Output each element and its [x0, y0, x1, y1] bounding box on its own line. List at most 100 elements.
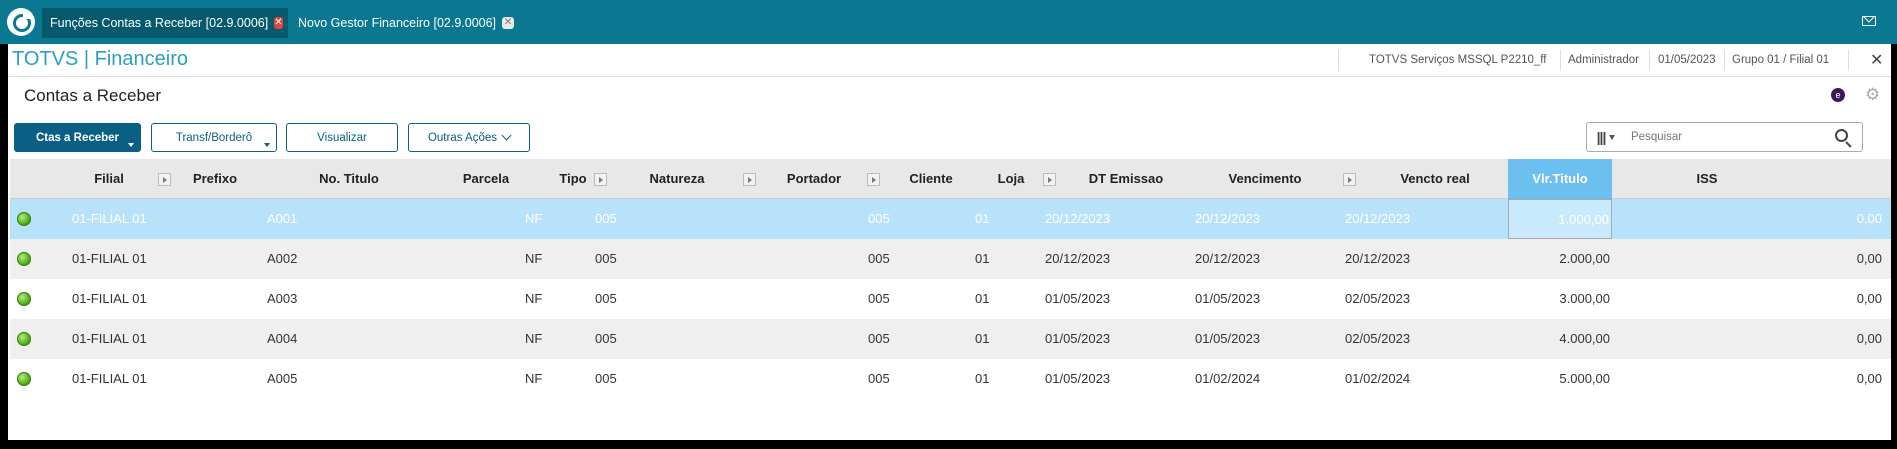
table-row[interactable]: 01-FILIAL 01 A005 NF 005 005 01 01/05/2023 01/0… [10, 359, 1891, 399]
chevron-down-icon [264, 143, 270, 147]
user-label: Administrador [1568, 54, 1639, 66]
cell-dt-emissao: 01/05/2023 [1045, 331, 1111, 346]
cell-vencto-real: 02/05/2023 [1345, 291, 1411, 306]
cell-vlr-titulo: 1.000,00 [1508, 199, 1612, 239]
columns-icon: ||| [1596, 129, 1607, 145]
cell-prefixo [180, 279, 250, 319]
cell-natureza: 005 [595, 251, 617, 266]
table-row[interactable]: 01-FILIAL 01 A003 NF 005 005 01 01/05/2023 01/0… [10, 279, 1891, 319]
status-indicator-icon [17, 332, 31, 346]
cell-vencimento: 20/12/2023 [1195, 211, 1261, 226]
column-arrow-icon[interactable] [743, 173, 756, 186]
chevron-down-icon [128, 143, 134, 147]
column-header-portador[interactable]: Portador [762, 159, 866, 199]
cell-loja: 01 [975, 331, 990, 346]
button-label: Visualizar [317, 131, 367, 144]
cell-iss: 0,00 [1856, 251, 1882, 266]
cell-prefixo [180, 239, 250, 279]
column-header-no-titulo[interactable]: No. Titulo [262, 159, 436, 199]
column-header-vlr-titulo[interactable]: Vlr.Titulo [1508, 159, 1612, 199]
chevron-down-icon [1609, 134, 1616, 140]
column-header-prefixo[interactable]: Prefixo [178, 159, 252, 199]
environment-label: TOTVS Serviços MSSQL P2210_ff [1369, 54, 1547, 66]
cell-filial: 01-FILIAL 01 [72, 251, 147, 266]
cell-vencimento: 20/12/2023 [1195, 251, 1261, 266]
cell-cliente: 005 [868, 251, 890, 266]
cell-portador [768, 319, 828, 359]
receivables-table: Filial Prefixo No. Titulo Parcela Tipo N… [10, 159, 1891, 440]
brand-title: TOTVS | Financeiro [12, 48, 188, 70]
cell-vencto-real: 01/02/2024 [1345, 371, 1411, 386]
column-arrow-icon[interactable] [1343, 173, 1356, 186]
top-tab-bar: Funções Contas a Receber [02.9.0006] ✕ N… [0, 0, 1897, 44]
cell-filial: 01-FILIAL 01 [72, 331, 147, 346]
cell-natureza: 005 [595, 371, 617, 386]
cell-parcela [440, 319, 520, 359]
app-window: Funções Contas a Receber [02.9.0006] ✕ N… [0, 0, 1897, 449]
tab-novo-gestor-financeiro[interactable]: Novo Gestor Financeiro [02.9.0006] ✕ [290, 8, 522, 38]
tab-close-icon[interactable]: ✕ [274, 17, 283, 29]
column-header-loja[interactable]: Loja [976, 159, 1046, 199]
table-row[interactable]: 01-FILIAL 01 A004 NF 005 005 01 01/05/2023 01/0… [10, 319, 1891, 359]
branch-label: Grupo 01 / Filial 01 [1732, 54, 1830, 66]
cell-tipo: NF [525, 331, 543, 346]
gear-icon[interactable]: ⚙ [1865, 85, 1880, 105]
cell-parcela [440, 279, 520, 319]
search-icon[interactable] [1835, 129, 1848, 142]
cell-loja: 01 [975, 371, 990, 386]
transf-bordero-button[interactable]: Transf/Borderô [151, 123, 277, 152]
cell-parcela [440, 199, 520, 239]
table-row[interactable]: 01-FILIAL 01 A002 NF 005 005 01 20/12/2023 20/1… [10, 239, 1891, 279]
cell-no-titulo: A001 [267, 211, 298, 226]
status-indicator-icon [17, 212, 31, 226]
close-icon[interactable]: ✕ [1870, 50, 1883, 70]
cell-cliente: 005 [868, 331, 890, 346]
column-header-iss[interactable]: ISS [1612, 159, 1802, 199]
visualizar-button[interactable]: Visualizar [286, 123, 398, 152]
cell-filial: 01-FILIAL 01 [72, 211, 147, 226]
e-icon[interactable]: e [1831, 88, 1845, 102]
tab-funcoes-contas-receber[interactable]: Funções Contas a Receber [02.9.0006] ✕ [42, 8, 288, 38]
column-header-dt-emissao[interactable]: DT Emissao [1062, 159, 1190, 199]
mail-icon[interactable] [1862, 16, 1876, 26]
column-header-natureza[interactable]: Natureza [615, 159, 739, 199]
cell-cliente: 005 [868, 211, 890, 226]
column-header-cliente[interactable]: Cliente [886, 159, 976, 199]
cell-natureza: 005 [595, 291, 617, 306]
cell-natureza: 005 [595, 331, 617, 346]
cell-vlr-titulo: 2.000,00 [1559, 251, 1610, 266]
cell-portador [768, 359, 828, 399]
cell-vencimento: 01/05/2023 [1195, 331, 1261, 346]
ctas-a-receber-button[interactable]: Ctas a Receber [14, 123, 141, 152]
totvs-logo-icon[interactable] [7, 8, 35, 36]
cell-dt-emissao: 01/05/2023 [1045, 371, 1111, 386]
cell-portador [768, 239, 828, 279]
outras-acoes-button[interactable]: Outras Ações [408, 123, 530, 152]
column-header-vencto-real[interactable]: Vencto real [1362, 159, 1508, 199]
column-arrow-icon[interactable] [594, 173, 607, 186]
column-selector-button[interactable]: ||| [1586, 122, 1626, 152]
cell-vlr-titulo: 3.000,00 [1559, 291, 1610, 306]
cell-vencto-real: 02/05/2023 [1345, 331, 1411, 346]
date-label: 01/05/2023 [1658, 54, 1716, 66]
column-arrow-icon[interactable] [867, 173, 880, 186]
cell-portador [768, 199, 828, 239]
tab-close-icon[interactable]: ✕ [502, 17, 514, 29]
column-arrow-icon[interactable] [158, 173, 171, 186]
cell-dt-emissao: 20/12/2023 [1045, 251, 1111, 266]
column-header-parcela[interactable]: Parcela [436, 159, 536, 199]
cell-cliente: 005 [868, 291, 890, 306]
cell-no-titulo: A005 [267, 371, 298, 386]
search-input[interactable] [1625, 122, 1863, 152]
column-header-vencimento[interactable]: Vencimento [1190, 159, 1340, 199]
cell-loja: 01 [975, 211, 990, 226]
cell-no-titulo: A004 [267, 331, 298, 346]
column-arrow-icon[interactable] [1043, 173, 1056, 186]
cell-portador [768, 279, 828, 319]
button-label: Transf/Borderô [175, 131, 253, 144]
cell-tipo: NF [525, 371, 543, 386]
cell-prefixo [180, 319, 250, 359]
cell-vencto-real: 20/12/2023 [1345, 251, 1411, 266]
page-title: Contas a Receber [24, 86, 162, 105]
table-row[interactable]: 01-FILIAL 01 A001 NF 005 005 01 20/12/2023 20/1… [10, 199, 1891, 239]
